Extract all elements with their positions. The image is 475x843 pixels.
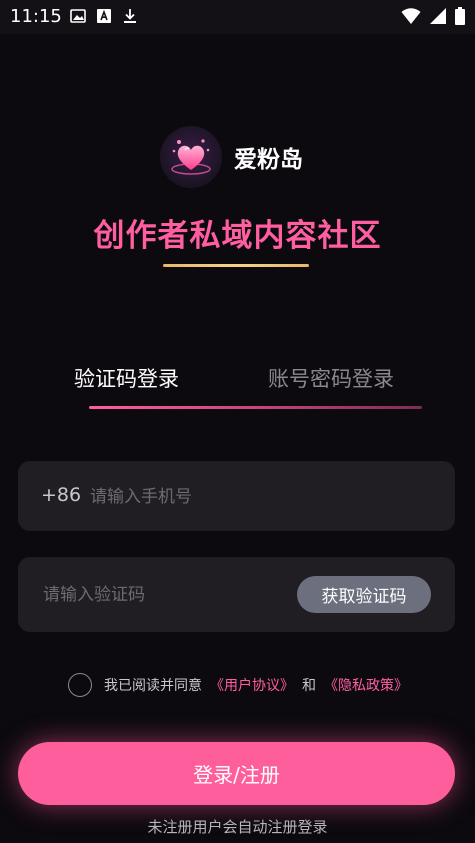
- privacy-policy-link[interactable]: 《隐私政策》: [324, 675, 408, 695]
- tab-active-indicator: [89, 406, 422, 409]
- app-logo: [160, 126, 222, 188]
- font-a-icon: [96, 8, 112, 28]
- verification-code-input[interactable]: [41, 580, 285, 610]
- phone-field: +86: [18, 461, 455, 531]
- brand-header: 爱粉岛: [160, 126, 303, 188]
- image-icon: [70, 8, 86, 28]
- battery-icon: [455, 7, 465, 29]
- login-tabs: 验证码登录 账号密码登录: [0, 355, 475, 415]
- status-system-icons: [401, 7, 465, 29]
- phone-input[interactable]: [88, 482, 422, 512]
- status-time: 11:15: [10, 6, 62, 27]
- agreement-and-text: 和: [302, 678, 316, 694]
- agreement-checkbox[interactable]: [68, 673, 92, 697]
- get-code-button[interactable]: 获取验证码: [297, 576, 431, 613]
- agreement-row: 我已阅读并同意 《用户协议》 和 《隐私政策》: [68, 673, 416, 697]
- verification-code-field: 获取验证码: [18, 557, 455, 632]
- user-agreement-link[interactable]: 《用户协议》: [210, 675, 294, 695]
- wifi-icon: [401, 7, 421, 29]
- slogan-underline: [163, 264, 309, 267]
- heart-logo-icon: [171, 139, 211, 175]
- download-icon: [122, 8, 138, 28]
- tab-password-login[interactable]: 账号密码登录: [268, 363, 394, 393]
- auto-register-note: 未注册用户会自动注册登录: [147, 818, 328, 836]
- agreement-text: 我已阅读并同意: [104, 678, 202, 694]
- status-bar: 11:15: [0, 0, 475, 34]
- tab-sms-code-login[interactable]: 验证码登录: [74, 363, 179, 393]
- cell-signal-icon: [429, 7, 447, 29]
- country-code-prefix[interactable]: +86: [41, 484, 81, 506]
- login-register-button[interactable]: 登录/注册: [18, 742, 455, 805]
- status-notification-icons: [70, 8, 138, 28]
- slogan-heading: 创作者私域内容社区: [93, 218, 382, 254]
- app-name: 爱粉岛: [234, 147, 303, 173]
